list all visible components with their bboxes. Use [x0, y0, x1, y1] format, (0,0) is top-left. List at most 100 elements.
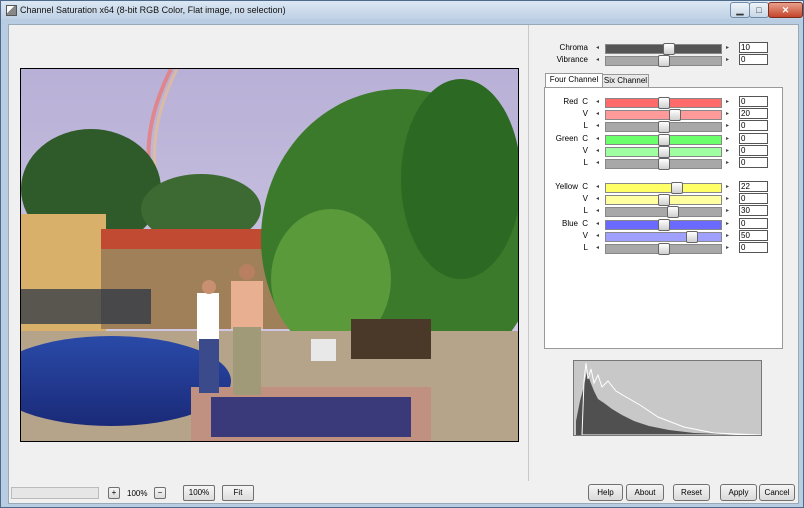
green-v-slider[interactable] [605, 146, 722, 158]
yellow-c-value-field[interactable]: 22 [739, 181, 768, 192]
green-c-thumb[interactable] [657, 134, 670, 146]
channel-yellow-label: Yellow [555, 182, 578, 191]
app-window: Channel Saturation x64 (8-bit RGB Color,… [0, 0, 804, 508]
maximize-button[interactable]: □ [749, 2, 769, 18]
minimize-icon: ▁ [736, 5, 744, 15]
preview-pane [9, 25, 529, 481]
blue-l-slider[interactable] [605, 243, 722, 255]
blue-v-value-field[interactable]: 50 [739, 230, 768, 241]
fit-button[interactable]: Fit [222, 485, 254, 501]
red-v-thumb[interactable] [669, 109, 681, 121]
help-button[interactable]: Help [588, 484, 623, 501]
red-l-thumb[interactable] [657, 121, 670, 133]
plus-icon: + [111, 488, 117, 497]
minimize-button[interactable]: ▁ [730, 2, 750, 18]
blue-l-left-arrow-icon[interactable]: ◂ [596, 244, 599, 251]
red-l-slider[interactable] [605, 121, 722, 133]
histogram-plot [574, 361, 762, 436]
red-c-right-arrow-icon[interactable]: ▸ [726, 98, 729, 105]
blue-v-slider[interactable] [605, 231, 722, 243]
red-c-value-field[interactable]: 0 [739, 96, 768, 107]
green-c-slider[interactable] [605, 134, 722, 146]
red-v-value-field[interactable]: 20 [739, 108, 768, 119]
red-c-thumb[interactable] [657, 97, 670, 109]
blue-l-thumb[interactable] [657, 243, 670, 255]
yellow-c-left-arrow-icon[interactable]: ◂ [596, 183, 599, 190]
preview-image[interactable] [20, 68, 519, 442]
green-l-value-field[interactable]: 0 [739, 157, 768, 168]
chroma-thumb[interactable] [663, 43, 676, 55]
dialog-client-area: Chroma ◂ ▸ 10 Vibrance ◂ ▸ 0 Four Channe… [8, 24, 799, 504]
blue-v-right-arrow-icon[interactable]: ▸ [726, 232, 729, 239]
green-v-right-arrow-icon[interactable]: ▸ [726, 147, 729, 154]
blue-c-value-field[interactable]: 0 [739, 218, 768, 229]
blue-c-right-arrow-icon[interactable]: ▸ [726, 220, 729, 227]
chroma-right-arrow-icon[interactable]: ▸ [726, 44, 729, 51]
tab-four-channel[interactable]: Four Channel [545, 73, 603, 87]
green-v-value-field[interactable]: 0 [739, 145, 768, 156]
yellow-c-thumb[interactable] [671, 182, 684, 194]
title-bar[interactable]: Channel Saturation x64 (8-bit RGB Color,… [1, 1, 803, 19]
chroma-left-arrow-icon[interactable]: ◂ [596, 44, 599, 51]
green-l-right-arrow-icon[interactable]: ▸ [726, 159, 729, 166]
yellow-v-thumb[interactable] [657, 194, 670, 206]
apply-button[interactable]: Apply [720, 484, 757, 501]
green-l-left-arrow-icon[interactable]: ◂ [596, 159, 599, 166]
reset-button[interactable]: Reset [673, 484, 710, 501]
blue-c-left-arrow-icon[interactable]: ◂ [596, 220, 599, 227]
yellow-l-thumb[interactable] [666, 206, 679, 218]
close-icon: ✕ [781, 5, 790, 15]
green-l-label: L [583, 158, 588, 167]
yellow-v-value-field[interactable]: 0 [739, 193, 768, 204]
yellow-l-left-arrow-icon[interactable]: ◂ [596, 207, 599, 214]
blue-c-slider[interactable] [605, 219, 722, 231]
tab-six-channel[interactable]: Six Channel [602, 74, 649, 87]
red-l-right-arrow-icon[interactable]: ▸ [726, 122, 729, 129]
zoom-100-button[interactable]: 100% [183, 485, 215, 501]
red-l-value-field[interactable]: 0 [739, 120, 768, 131]
yellow-l-slider[interactable] [605, 206, 722, 218]
green-v-left-arrow-icon[interactable]: ◂ [596, 147, 599, 154]
green-c-label: C [582, 134, 588, 143]
chroma-value-field[interactable]: 10 [739, 42, 768, 53]
channel-green-label: Green [555, 134, 578, 143]
zoom-out-button[interactable]: − [154, 487, 166, 499]
red-v-label: V [582, 109, 588, 118]
yellow-c-right-arrow-icon[interactable]: ▸ [726, 183, 729, 190]
vibrance-value-field[interactable]: 0 [739, 54, 768, 65]
cancel-button[interactable]: Cancel [759, 484, 795, 501]
green-l-thumb[interactable] [657, 158, 670, 170]
yellow-c-slider[interactable] [605, 182, 722, 194]
green-c-left-arrow-icon[interactable]: ◂ [596, 135, 599, 142]
vibrance-left-arrow-icon[interactable]: ◂ [596, 56, 599, 63]
yellow-v-label: V [582, 194, 588, 203]
blue-v-thumb[interactable] [686, 231, 699, 243]
yellow-v-left-arrow-icon[interactable]: ◂ [596, 195, 599, 202]
blue-l-right-arrow-icon[interactable]: ▸ [726, 244, 729, 251]
red-c-slider[interactable] [605, 97, 722, 109]
about-button[interactable]: About [626, 484, 664, 501]
vibrance-slider[interactable] [605, 55, 722, 67]
red-v-slider[interactable] [605, 109, 722, 121]
close-button[interactable]: ✕ [768, 2, 803, 18]
green-l-slider[interactable] [605, 158, 722, 170]
vibrance-right-arrow-icon[interactable]: ▸ [726, 56, 729, 63]
red-v-left-arrow-icon[interactable]: ◂ [596, 110, 599, 117]
yellow-l-value-field[interactable]: 30 [739, 205, 768, 216]
green-c-right-arrow-icon[interactable]: ▸ [726, 135, 729, 142]
red-l-left-arrow-icon[interactable]: ◂ [596, 122, 599, 129]
blue-v-left-arrow-icon[interactable]: ◂ [596, 232, 599, 239]
zoom-in-button[interactable]: + [108, 487, 120, 499]
yellow-l-right-arrow-icon[interactable]: ▸ [726, 207, 729, 214]
chroma-slider[interactable] [605, 43, 722, 55]
yellow-v-slider[interactable] [605, 194, 722, 206]
vibrance-thumb[interactable] [657, 55, 670, 67]
red-c-left-arrow-icon[interactable]: ◂ [596, 98, 599, 105]
channel-red-label: Red [563, 97, 578, 106]
red-v-right-arrow-icon[interactable]: ▸ [726, 110, 729, 117]
green-c-value-field[interactable]: 0 [739, 133, 768, 144]
blue-c-thumb[interactable] [657, 219, 670, 231]
green-v-thumb[interactable] [657, 146, 670, 158]
blue-l-value-field[interactable]: 0 [739, 242, 768, 253]
yellow-v-right-arrow-icon[interactable]: ▸ [726, 195, 729, 202]
